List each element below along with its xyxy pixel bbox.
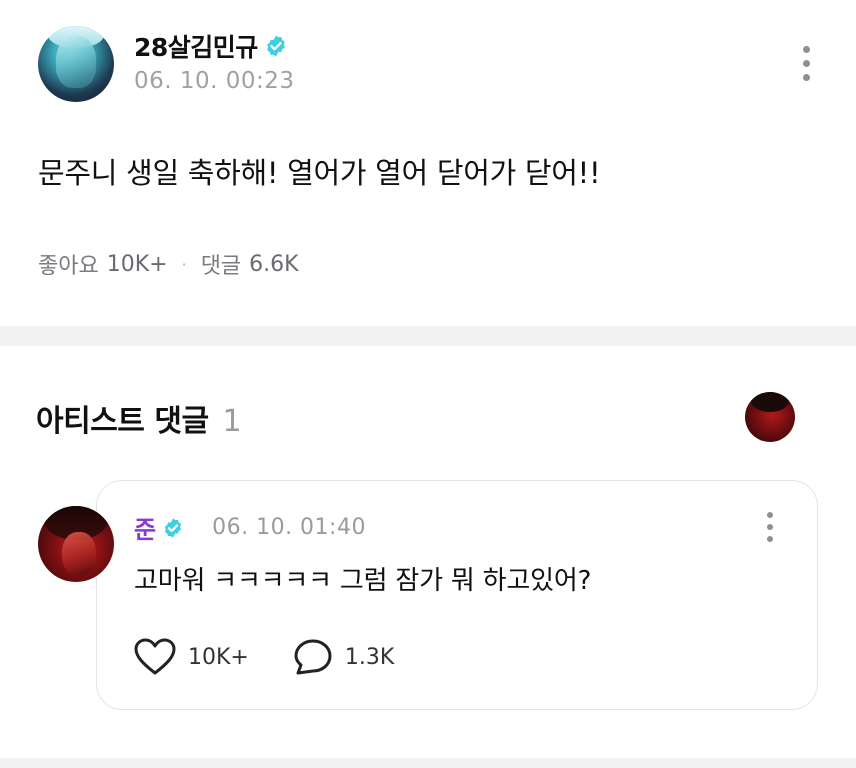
artist-comments-header: 아티스트 댓글 1	[36, 396, 242, 440]
likes-count[interactable]: 10K+	[107, 252, 168, 277]
comment-author-name[interactable]: 준	[134, 510, 156, 545]
more-vertical-icon[interactable]	[758, 512, 782, 542]
reply-count: 1.3K	[344, 644, 395, 670]
artist-avatar-thumbnail[interactable]	[745, 392, 795, 442]
comments-count[interactable]: 6.6K	[249, 252, 298, 277]
heart-icon	[134, 638, 176, 675]
avatar-face	[56, 36, 96, 88]
commenter-avatar[interactable]	[38, 506, 114, 582]
more-dot	[767, 524, 773, 530]
post-stats: 좋아요 10K+ · 댓글 6.6K	[38, 248, 299, 280]
avatar-face	[62, 532, 96, 576]
comment-timestamp: 06. 10. 01:40	[212, 515, 366, 540]
more-vertical-icon[interactable]	[794, 46, 818, 81]
comment-author-row: 준 06. 10. 01:40	[134, 510, 366, 545]
author-avatar[interactable]	[38, 26, 114, 102]
comment-body-text: 고마워 ㅋㅋㅋㅋㅋ 그럼 잠가 뭐 하고있어?	[134, 566, 592, 596]
comment-actions: 10K+ 1.3K	[134, 638, 394, 676]
more-dot	[767, 536, 773, 542]
more-dot	[802, 46, 810, 53]
verified-badge-icon	[266, 35, 285, 57]
section-divider	[0, 326, 856, 346]
comments-label: 댓글	[200, 254, 242, 279]
verified-badge-icon	[165, 517, 182, 538]
reply-button[interactable]: 1.3K	[293, 638, 394, 676]
more-dot	[802, 74, 810, 81]
more-dot	[802, 60, 810, 67]
likes-label: 좋아요	[38, 254, 99, 279]
comment-bubble-icon	[294, 639, 332, 675]
like-button[interactable]: 10K+	[134, 638, 249, 676]
more-dot	[767, 512, 773, 518]
section-divider	[0, 758, 856, 768]
author-name[interactable]: 28살김민규	[134, 28, 258, 64]
author-row: 28살김민규	[134, 28, 288, 64]
stats-separator: ·	[181, 254, 187, 274]
like-count: 10K+	[188, 644, 249, 670]
artist-comments-count: 1	[222, 404, 242, 439]
post-body-text: 문주니 생일 축하해! 열어가 열어 닫어가 닫어!!	[38, 156, 601, 190]
artist-comments-title: 아티스트 댓글	[36, 404, 209, 439]
avatar-hair	[751, 392, 789, 412]
post-page: 28살김민규 06. 10. 00:23 문주니 생일 축하해! 열어가 열어 …	[0, 0, 856, 768]
post-timestamp: 06. 10. 00:23	[134, 68, 295, 94]
